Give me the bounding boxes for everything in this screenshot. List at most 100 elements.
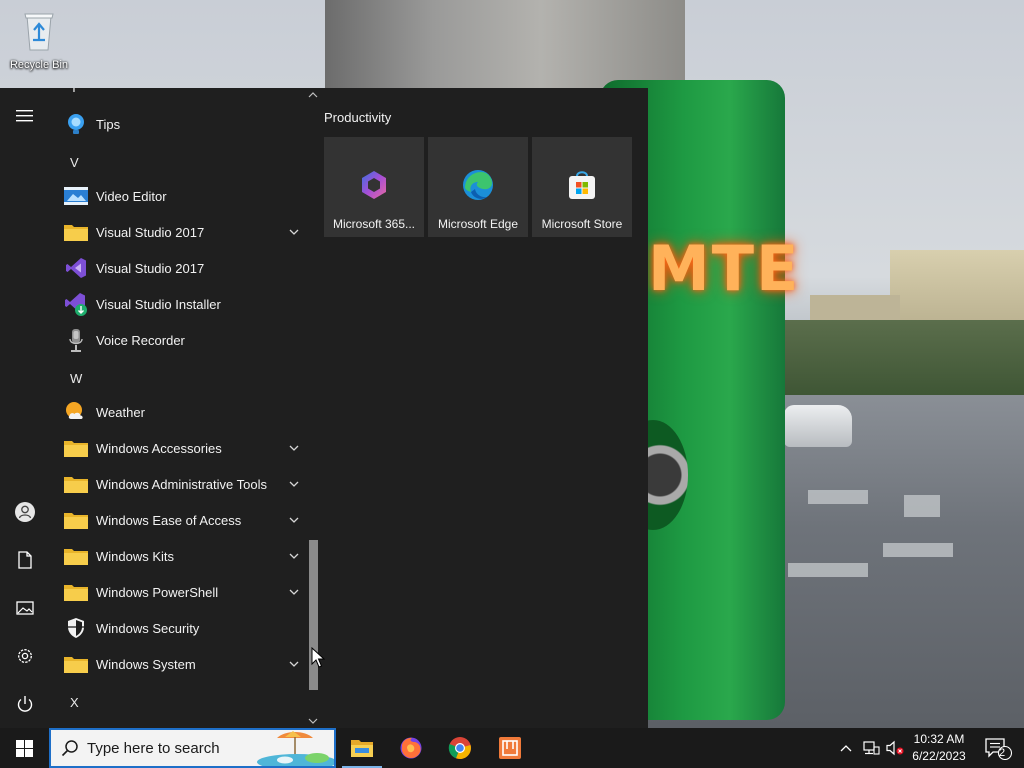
- recycle-bin-shortcut[interactable]: Recycle Bin: [6, 10, 72, 76]
- visual-studio-installer-icon: [62, 290, 90, 318]
- app-tips[interactable]: Tips: [50, 106, 306, 142]
- clock-time: 10:32 AM: [913, 732, 965, 746]
- expand-menu-button[interactable]: [0, 94, 50, 138]
- app-voice-recorder[interactable]: Voice Recorder: [50, 322, 306, 358]
- wallpaper-car: [784, 405, 852, 447]
- wallpaper-lane-mark: [808, 490, 868, 504]
- chrome-icon: [448, 737, 471, 760]
- voice-recorder-icon: [62, 326, 90, 354]
- app-label: Visual Studio 2017: [96, 260, 205, 276]
- folder-windows-ease-of-access[interactable]: Windows Ease of Access: [50, 502, 306, 538]
- folder-windows-kits[interactable]: Windows Kits: [50, 538, 306, 574]
- weather-icon: [62, 398, 90, 426]
- settings-icon: [18, 649, 32, 663]
- folder-windows-administrative-tools[interactable]: Windows Administrative Tools: [50, 466, 306, 502]
- chevron-down-icon: [289, 661, 299, 667]
- firefox-icon: [400, 737, 422, 759]
- folder-windows-system[interactable]: Windows System: [50, 646, 306, 682]
- taskbar-firefox[interactable]: [387, 728, 435, 768]
- app-label: Video Editor: [96, 188, 167, 204]
- wallpaper-trees: [780, 320, 1024, 395]
- letter-header-x[interactable]: X: [70, 695, 79, 710]
- folder-icon: [62, 506, 90, 534]
- taskbar: 10:32 AM 6/22/2023 2: [0, 728, 1024, 768]
- folder-icon: [62, 578, 90, 606]
- tile-group-title[interactable]: Productivity: [324, 110, 391, 125]
- hamburger-menu-icon: [16, 110, 33, 122]
- notifications-button[interactable]: 2: [978, 728, 1018, 768]
- user-account-button[interactable]: [0, 490, 50, 534]
- folder-icon: [62, 650, 90, 678]
- pictures-button[interactable]: [0, 586, 50, 630]
- search-input[interactable]: [87, 739, 267, 757]
- user-account-icon: [15, 502, 35, 522]
- tips-icon: [62, 110, 90, 138]
- microsoft-edge-icon: [463, 170, 493, 200]
- wallpaper-sign-text: MTE: [648, 232, 801, 305]
- chevron-down-icon: [289, 445, 299, 451]
- recycle-bin-label: Recycle Bin: [9, 59, 69, 71]
- app-list: T Tips V Video Editor Visual Studio 2017: [50, 88, 306, 728]
- settings-button[interactable]: [0, 634, 50, 678]
- app-label: Windows Ease of Access: [96, 512, 242, 528]
- tile-microsoft-store[interactable]: Microsoft Store: [532, 137, 632, 237]
- start-menu: T Tips V Video Editor Visual Studio 2017: [0, 88, 648, 728]
- pictures-icon: [16, 601, 34, 615]
- video-editor-icon: [62, 182, 90, 210]
- folder-visual-studio-2017[interactable]: Visual Studio 2017: [50, 214, 306, 250]
- folder-icon: [62, 542, 90, 570]
- scroll-up-icon[interactable]: [308, 90, 318, 100]
- wallpaper-lane-mark: [904, 495, 940, 517]
- windows-security-icon: [62, 614, 90, 642]
- folder-windows-accessories[interactable]: Windows Accessories: [50, 430, 306, 466]
- taskbar-file-explorer[interactable]: [338, 728, 386, 768]
- taskbar-app[interactable]: [486, 728, 534, 768]
- network-button[interactable]: [860, 728, 882, 768]
- microsoft-365-icon: [362, 171, 386, 199]
- show-hidden-icons-button[interactable]: [836, 728, 856, 768]
- start-button[interactable]: [0, 728, 48, 768]
- microsoft-store-icon: [569, 171, 595, 199]
- volume-muted-icon: [886, 740, 904, 756]
- tile-label: Microsoft 365...: [332, 217, 416, 231]
- folder-windows-powershell[interactable]: Windows PowerShell: [50, 574, 306, 610]
- app-icon: [499, 737, 521, 759]
- tiles-pane: Productivity Microsoft 365... Microsoft …: [320, 88, 648, 728]
- wallpaper-building: [890, 250, 1024, 330]
- app-windows-security[interactable]: Windows Security: [50, 610, 306, 646]
- app-label: Windows System: [96, 656, 196, 672]
- chevron-down-icon: [289, 553, 299, 559]
- app-video-editor[interactable]: Video Editor: [50, 178, 306, 214]
- chevron-down-icon: [289, 481, 299, 487]
- chevron-up-icon: [840, 745, 852, 752]
- documents-button[interactable]: [0, 538, 50, 582]
- power-button[interactable]: [0, 682, 50, 726]
- letter-header-w[interactable]: W: [70, 371, 82, 386]
- power-icon: [17, 696, 33, 712]
- scroll-down-icon[interactable]: [308, 716, 318, 726]
- app-list-scrollbar[interactable]: [306, 88, 320, 728]
- tile-microsoft-365[interactable]: Microsoft 365...: [324, 137, 424, 237]
- search-icon: [61, 740, 78, 757]
- taskbar-chrome[interactable]: [436, 728, 484, 768]
- mouse-cursor-icon: [311, 647, 325, 668]
- app-label: Visual Studio Installer: [96, 296, 221, 312]
- taskbar-clock[interactable]: 10:32 AM 6/22/2023: [905, 731, 973, 765]
- file-explorer-icon: [351, 740, 373, 757]
- tile-microsoft-edge[interactable]: Microsoft Edge: [428, 137, 528, 237]
- app-weather[interactable]: Weather: [50, 394, 306, 430]
- app-visual-studio-2017[interactable]: Visual Studio 2017: [50, 250, 306, 286]
- letter-header-t[interactable]: T: [70, 88, 78, 95]
- start-rail: [0, 88, 50, 728]
- app-label: Weather: [96, 404, 145, 420]
- chevron-down-icon: [289, 229, 299, 235]
- app-label: Windows Kits: [96, 548, 175, 564]
- letter-header-v[interactable]: V: [70, 155, 79, 170]
- taskbar-search-box[interactable]: [49, 728, 336, 768]
- app-label: Windows Accessories: [96, 440, 222, 456]
- recycle-bin-icon: [24, 13, 54, 51]
- app-visual-studio-installer[interactable]: Visual Studio Installer: [50, 286, 306, 322]
- notification-count: 2: [998, 747, 1006, 759]
- volume-button[interactable]: [884, 728, 906, 768]
- folder-icon: [62, 470, 90, 498]
